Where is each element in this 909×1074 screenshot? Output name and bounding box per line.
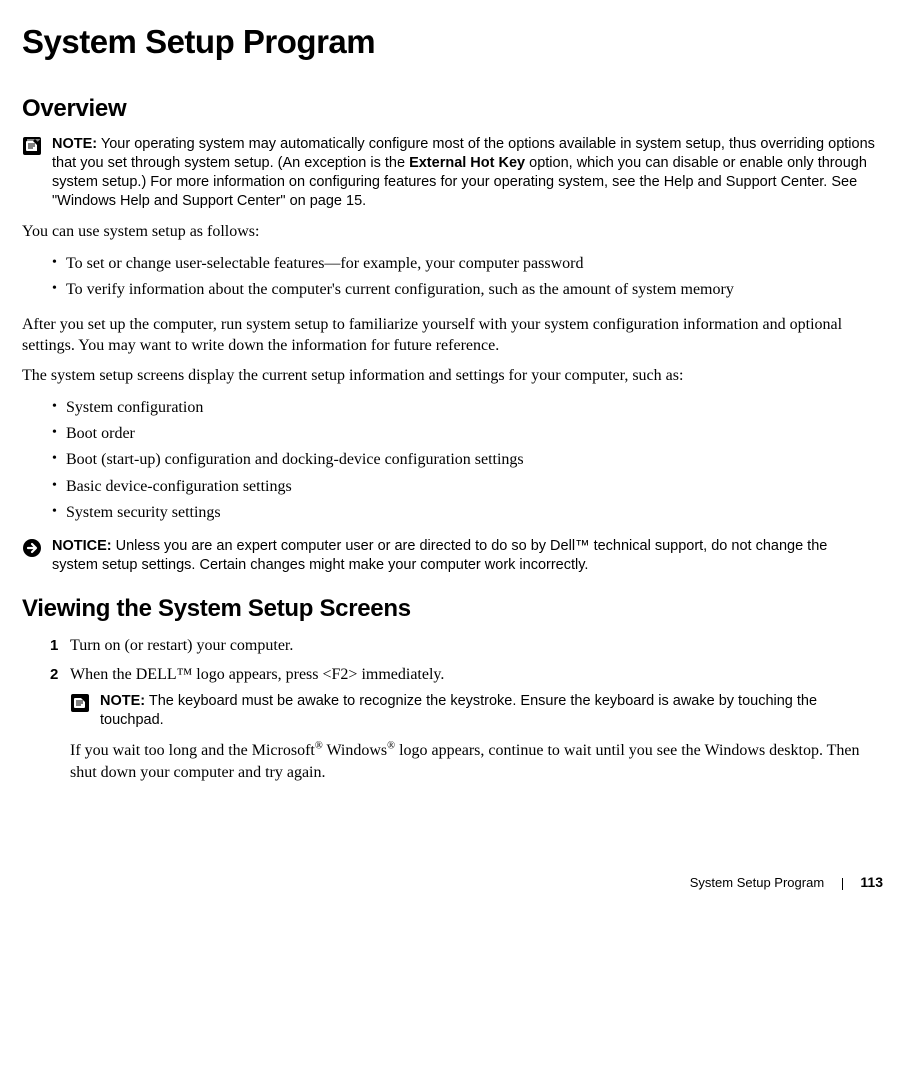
step-text: Turn on (or restart) your computer.	[70, 635, 883, 657]
page-title: System Setup Program	[22, 20, 883, 65]
note-label: NOTE:	[52, 136, 97, 152]
intro-paragraph: You can use system setup as follows:	[22, 221, 883, 243]
list-item: System security settings	[52, 500, 883, 526]
bullet-list-1: To set or change user-selectable feature…	[22, 251, 883, 304]
note-text: NOTE: Your operating system may automati…	[52, 135, 883, 212]
sub-note-label: NOTE:	[100, 693, 145, 709]
step-number: 2	[50, 664, 70, 686]
footer-separator	[842, 878, 843, 890]
list-item: To set or change user-selectable feature…	[52, 251, 883, 277]
list-item: Basic device-configuration settings	[52, 474, 883, 500]
body-paragraph: After you set up the computer, run syste…	[22, 314, 883, 357]
notice-body: Unless you are an expert computer user o…	[52, 538, 827, 573]
sub-note-body: The keyboard must be awake to recognize …	[100, 693, 817, 728]
step-text: When the DELL™ logo appears, press <F2> …	[70, 664, 883, 686]
step-item: 1 Turn on (or restart) your computer.	[50, 635, 883, 657]
section-heading-overview: Overview	[22, 93, 883, 125]
page-footer: System Setup Program 113	[22, 873, 883, 892]
notice-callout: NOTICE: Unless you are an expert compute…	[22, 537, 883, 575]
list-item: Boot order	[52, 421, 883, 447]
sub-paragraph: If you wait too long and the Microsoft® …	[70, 740, 883, 783]
list-item: System configuration	[52, 395, 883, 421]
list-item: Boot (start-up) configuration and dockin…	[52, 447, 883, 473]
bullet-list-2: System configuration Boot order Boot (st…	[22, 395, 883, 527]
sub-note-callout: NOTE: The keyboard must be awake to reco…	[70, 692, 883, 730]
note-callout: NOTE: Your operating system may automati…	[22, 135, 883, 212]
sub-para-mid: Windows	[323, 742, 387, 759]
footer-section: System Setup Program	[690, 875, 824, 890]
note-icon	[70, 693, 90, 713]
note-bold: External Hot Key	[409, 155, 525, 171]
step-item: 2 When the DELL™ logo appears, press <F2…	[50, 664, 883, 686]
sub-note-text: NOTE: The keyboard must be awake to reco…	[100, 692, 883, 730]
list-item: To verify information about the computer…	[52, 277, 883, 303]
notice-text: NOTICE: Unless you are an expert compute…	[52, 537, 883, 575]
ordered-steps: 1 Turn on (or restart) your computer. 2 …	[22, 635, 883, 686]
registered-mark: ®	[315, 741, 323, 752]
note-icon	[22, 136, 42, 156]
notice-label: NOTICE:	[52, 538, 112, 554]
sub-para-pre: If you wait too long and the Microsoft	[70, 742, 315, 759]
section-heading-viewing: Viewing the System Setup Screens	[22, 593, 883, 625]
notice-icon	[22, 538, 42, 558]
body-paragraph: The system setup screens display the cur…	[22, 365, 883, 387]
registered-mark: ®	[387, 741, 395, 752]
step-number: 1	[50, 635, 70, 657]
footer-page-number: 113	[860, 874, 883, 890]
